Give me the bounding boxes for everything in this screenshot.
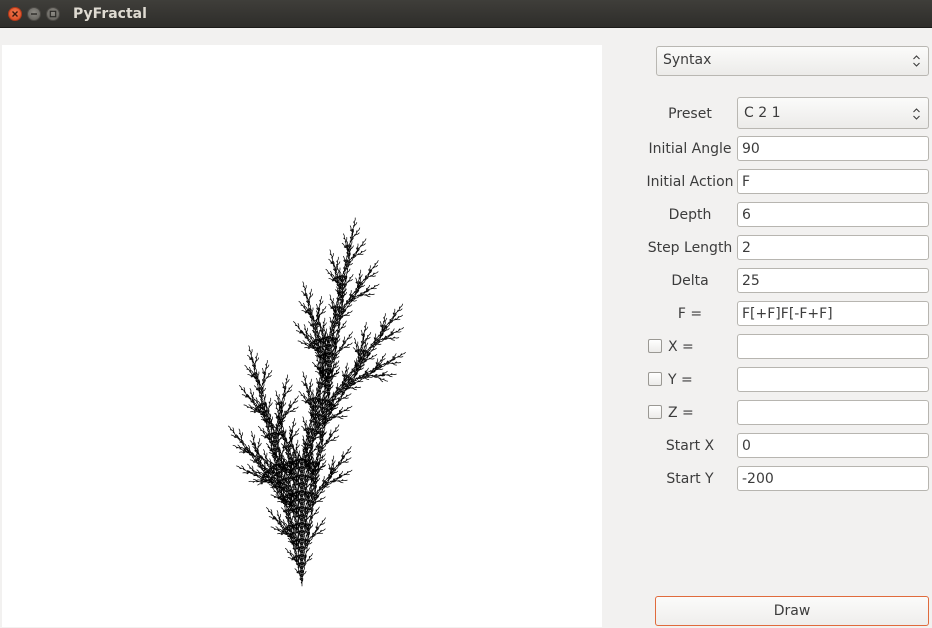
fractal-canvas[interactable]: [2, 45, 602, 627]
start-y-input[interactable]: -200: [737, 466, 929, 491]
delta-label: Delta: [671, 273, 709, 289]
fractal-path: [227, 217, 406, 587]
updown-arrows-icon: [913, 108, 920, 120]
draw-button[interactable]: Draw: [655, 596, 929, 626]
fractal-drawing: [227, 217, 406, 587]
delta-input[interactable]: 25: [737, 268, 929, 293]
step-length-label: Step Length: [647, 240, 733, 256]
rule-y-input[interactable]: [737, 367, 929, 392]
maximize-icon[interactable]: [46, 7, 60, 21]
initial-angle-label: Initial Angle: [648, 141, 732, 157]
rule-f-label: F =: [677, 306, 703, 322]
rule-z-checkbox[interactable]: [648, 405, 662, 419]
window-title: PyFractal: [73, 6, 147, 22]
rule-x-checkbox[interactable]: [648, 339, 662, 353]
rule-y-checkbox[interactable]: [648, 372, 662, 386]
mode-select-value: Syntax: [663, 52, 712, 68]
start-x-label: Start X: [665, 438, 715, 454]
initial-angle-input[interactable]: 90: [737, 136, 929, 161]
depth-label: Depth: [668, 207, 712, 223]
mode-select[interactable]: Syntax: [656, 46, 929, 76]
initial-action-input[interactable]: F: [737, 169, 929, 194]
close-icon[interactable]: [8, 7, 22, 21]
rule-x-label: X =: [668, 339, 694, 355]
rule-z-label: Z =: [668, 405, 694, 421]
updown-arrows-icon: [913, 55, 920, 67]
initial-action-label: Initial Action: [646, 174, 734, 190]
preset-select[interactable]: C 2 1: [737, 97, 929, 129]
start-y-label: Start Y: [666, 471, 714, 487]
rule-z-input[interactable]: [737, 400, 929, 425]
rule-x-input[interactable]: [737, 334, 929, 359]
start-x-input[interactable]: 0: [737, 433, 929, 458]
step-length-input[interactable]: 2: [737, 235, 929, 260]
title-bar: PyFractal: [0, 0, 932, 28]
preset-select-value: C 2 1: [744, 105, 781, 121]
rule-f-input[interactable]: F[+F]F[-F+F]: [737, 301, 929, 326]
preset-label: Preset: [668, 106, 712, 122]
minimize-icon[interactable]: [27, 7, 41, 21]
rule-y-label: Y =: [668, 372, 693, 388]
depth-input[interactable]: 6: [737, 202, 929, 227]
